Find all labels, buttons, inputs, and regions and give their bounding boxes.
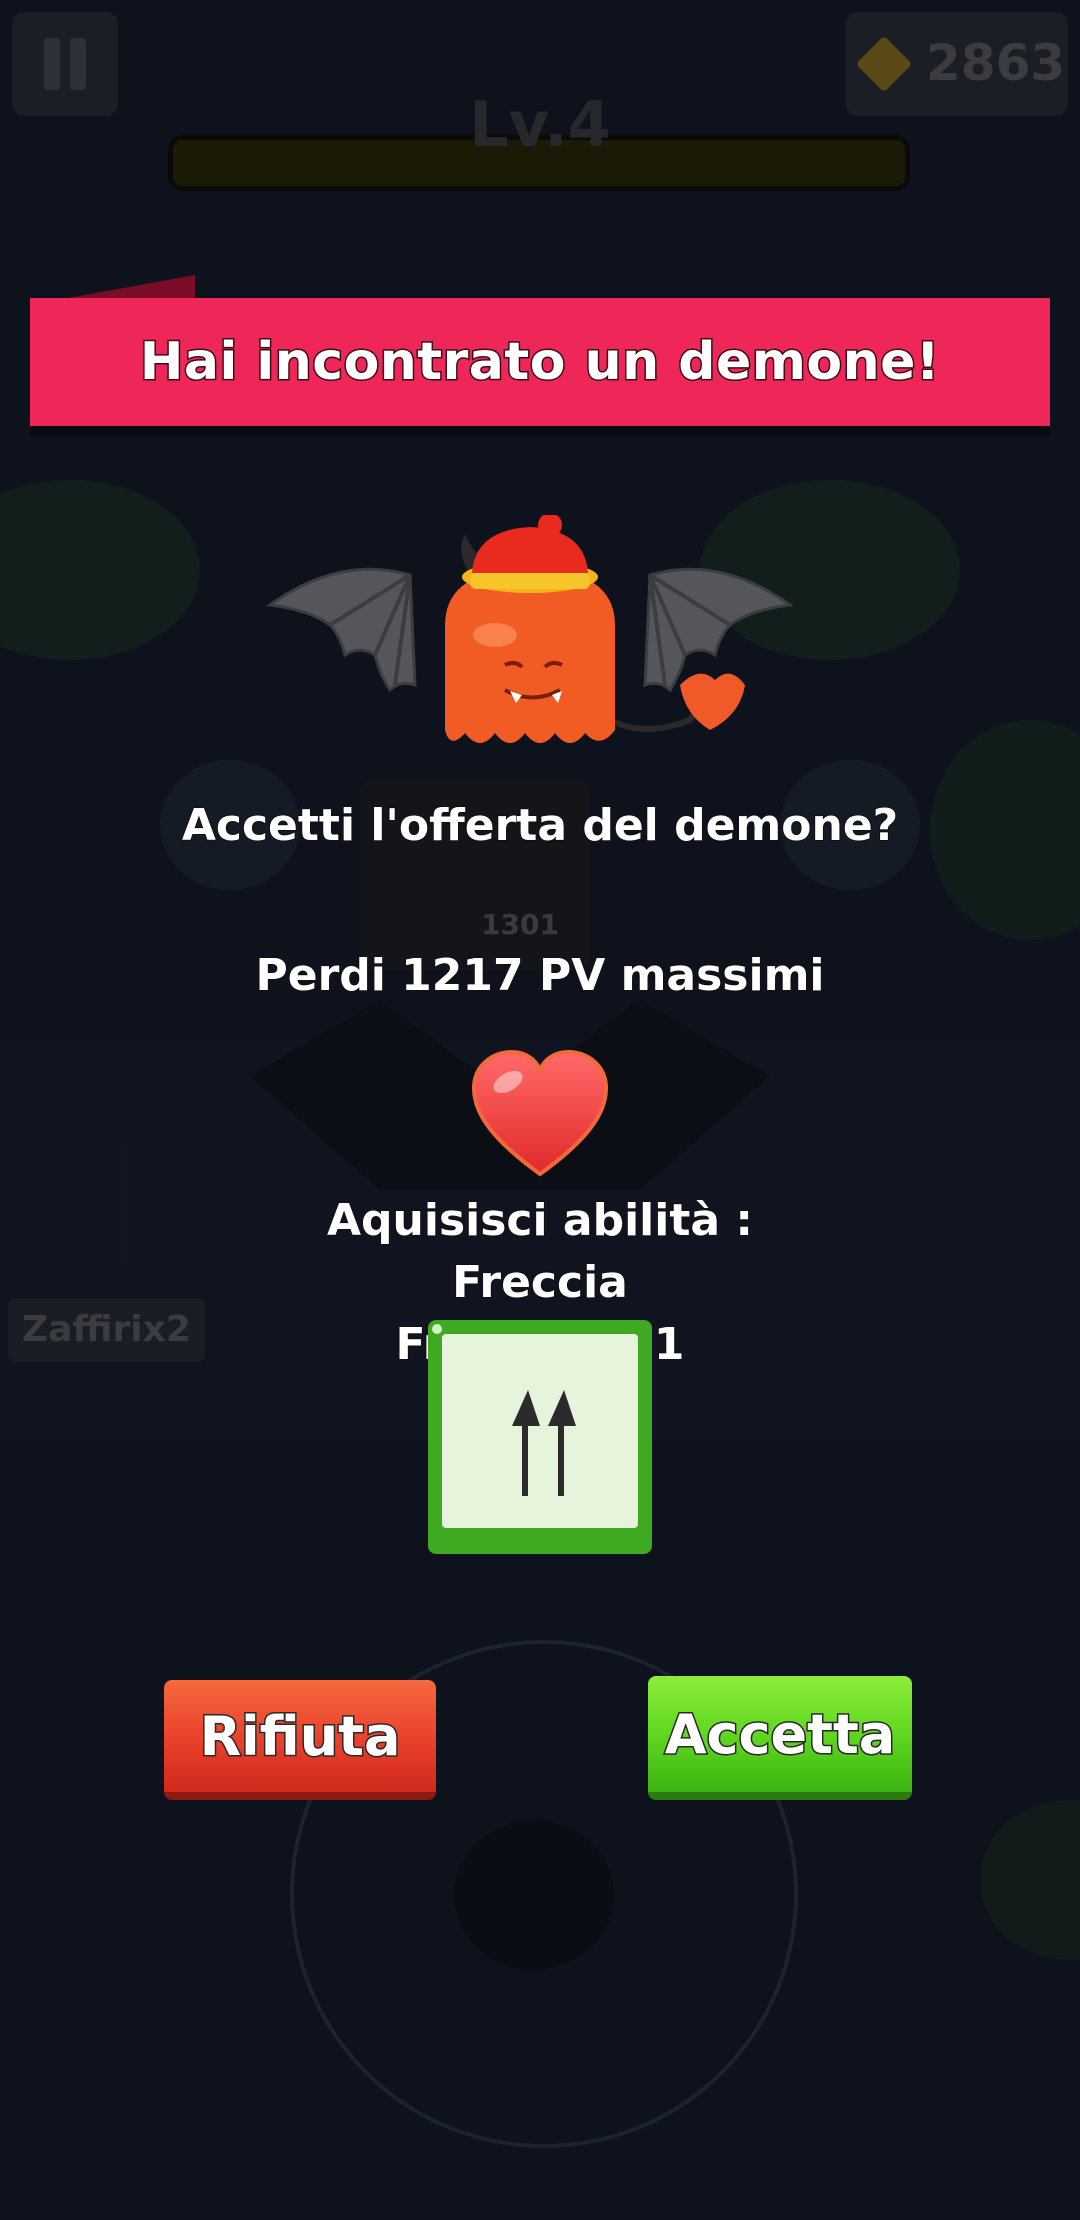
skill-card: [428, 1320, 652, 1554]
offer-question: Accetti l'offerta del demone?: [181, 799, 899, 852]
reward-line-1: Aquisisci abilità : Freccia: [326, 1194, 754, 1309]
dialog-title: Hai incontrato un demone!: [138, 331, 941, 394]
double-arrow-icon: [512, 1390, 576, 1496]
level-label: Lv.4: [469, 88, 611, 161]
enemy-hp-label: 1301: [481, 908, 559, 941]
winged-demon-icon: [266, 515, 794, 743]
heart-icon: [471, 1050, 609, 1177]
pause-icon: [44, 38, 60, 90]
joystick-knob: [454, 1820, 614, 1970]
player-name-tag: Zaffirix2: [8, 1298, 205, 1362]
gem-icon: [855, 35, 913, 93]
gem-count: 2863: [926, 34, 1066, 92]
reject-button[interactable]: Rifiuta: [164, 1680, 436, 1800]
cost-text: Perdi 1217 PV massimi: [254, 949, 825, 1002]
accept-button[interactable]: Accetta: [648, 1676, 912, 1800]
title-banner: Hai incontrato un demone!: [30, 298, 1050, 426]
